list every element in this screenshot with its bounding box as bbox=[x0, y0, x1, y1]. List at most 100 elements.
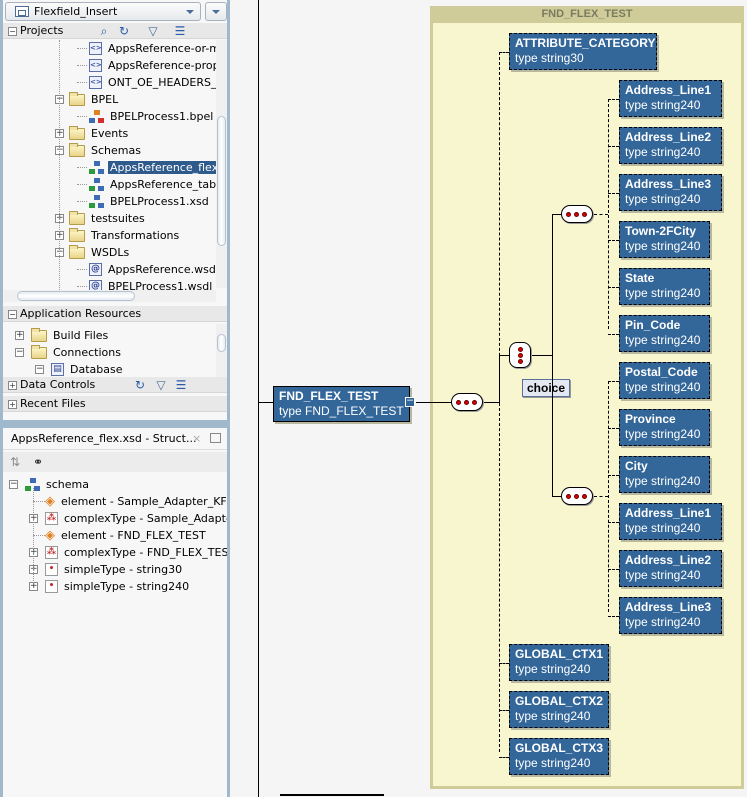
tree-item[interactable]: ▤ Database bbox=[51, 361, 125, 377]
choice-compositor-icon[interactable] bbox=[509, 342, 531, 368]
structure-tab-title: AppsReference_flex.xsd - Struct... bbox=[11, 432, 197, 445]
tree-item[interactable]: • simpleType - string30 bbox=[45, 561, 184, 578]
tree-item[interactable]: Transformations bbox=[69, 227, 181, 244]
tree-item[interactable]: <> ONT_OE_HEADERS_IF bbox=[89, 74, 217, 91]
tree-item[interactable]: @ BPELProcess1.wsdl bbox=[89, 278, 214, 290]
tree-item[interactable]: Connections bbox=[31, 344, 123, 361]
tree-item[interactable]: ⁂ complexType - FND_FLEX_TEST bbox=[45, 544, 227, 561]
expand-icon[interactable]: + bbox=[8, 381, 17, 390]
folder-icon bbox=[69, 244, 85, 259]
collapse-icon[interactable]: − bbox=[405, 397, 415, 407]
element-node-attribute-category[interactable]: ATTRIBUTE_CATEGORY type string30 bbox=[509, 33, 657, 70]
element-node[interactable]: State type string240 bbox=[619, 268, 710, 305]
tree-item[interactable]: BPELProcess1.bpel bbox=[89, 108, 215, 125]
application-selector[interactable]: Flexfield_Insert bbox=[5, 2, 201, 21]
element-node[interactable]: Address_Line1 type string240 bbox=[619, 80, 722, 117]
sequence-compositor-icon[interactable] bbox=[561, 487, 593, 505]
tree-item[interactable]: Build Files bbox=[31, 327, 110, 344]
tree-item-label: AppsReference.wsdl bbox=[108, 263, 217, 276]
choice-tooltip: choice bbox=[522, 379, 571, 397]
element-node[interactable]: GLOBAL_CTX2 type string240 bbox=[509, 691, 609, 728]
element-node[interactable]: Address_Line3 type string240 bbox=[619, 597, 722, 634]
tree-item[interactable]: ◈ element - FND_FLEX_TEST bbox=[45, 527, 208, 544]
element-type: type string240 bbox=[625, 98, 701, 112]
scrollbar-thumb[interactable] bbox=[217, 334, 226, 352]
close-icon[interactable]: × bbox=[192, 432, 201, 445]
element-node[interactable]: Province type string240 bbox=[619, 409, 710, 446]
projects-header[interactable]: − Projects ⌕ ↻ ▽ ☰ bbox=[3, 23, 227, 39]
element-type: type string240 bbox=[625, 427, 701, 441]
recent-files-label: Recent Files bbox=[20, 397, 86, 410]
tree-item-schema[interactable]: schema bbox=[25, 476, 91, 493]
element-type: type string240 bbox=[625, 333, 701, 347]
collapse-icon[interactable]: − bbox=[8, 310, 17, 319]
minimize-icon[interactable] bbox=[210, 433, 221, 443]
sequence-compositor-icon[interactable] bbox=[451, 393, 483, 411]
element-type: type string240 bbox=[515, 662, 591, 676]
collapse-icon[interactable]: − bbox=[15, 348, 24, 357]
tree-item[interactable]: @ AppsReference.wsdl bbox=[89, 261, 217, 278]
refresh-icon[interactable]: ↻ bbox=[117, 24, 131, 38]
expand-icon[interactable]: + bbox=[15, 331, 24, 340]
sync-icon[interactable]: ⇅ bbox=[8, 455, 22, 469]
tree-item[interactable]: ◈ element - Sample_Adapter_KFF bbox=[45, 493, 227, 510]
element-node[interactable]: Address_Line2 type string240 bbox=[619, 550, 722, 587]
projects-vertical-scrollbar[interactable] bbox=[216, 40, 227, 288]
tree-item[interactable]: testsuites bbox=[69, 210, 147, 227]
structure-tree: − schema ◈ element - Sample_Adapter_KFF + ⁂ co… bbox=[3, 476, 227, 606]
element-node[interactable]: Address_Line2 type string240 bbox=[619, 127, 722, 164]
filter-icon[interactable]: ▽ bbox=[146, 24, 160, 38]
tree-item-label: WSDLs bbox=[91, 246, 130, 259]
filter-icon[interactable]: ▽ bbox=[154, 378, 168, 392]
element-node[interactable]: Address_Line3 type string240 bbox=[619, 174, 722, 211]
element-name: Address_Line2 bbox=[625, 130, 712, 144]
element-node[interactable]: Pin_Code type string240 bbox=[619, 315, 710, 352]
schema-icon bbox=[89, 177, 105, 192]
view-options-icon[interactable]: ☰ bbox=[174, 378, 188, 392]
recent-files-header[interactable]: + Recent Files bbox=[3, 396, 227, 412]
collapse-icon[interactable]: − bbox=[8, 27, 17, 36]
tree-item[interactable]: <> AppsReference-or-ma bbox=[89, 40, 217, 57]
root-element-node[interactable]: FND_FLEX_TEST type FND_FLEX_TEST bbox=[273, 386, 410, 422]
refresh-icon[interactable]: ↻ bbox=[133, 378, 147, 392]
data-controls-header[interactable]: + Data Controls ↻ ▽ ☰ bbox=[3, 377, 227, 393]
collapse-icon[interactable]: − bbox=[35, 365, 44, 374]
resources-vertical-scrollbar[interactable] bbox=[216, 324, 227, 377]
structure-tab[interactable]: AppsReference_flex.xsd - Struct... × bbox=[3, 428, 227, 450]
tree-item[interactable]: BPEL bbox=[69, 91, 120, 108]
scrollbar-thumb[interactable] bbox=[17, 291, 135, 301]
sequence-compositor-icon[interactable] bbox=[561, 205, 593, 223]
element-node[interactable]: City type string240 bbox=[619, 456, 710, 493]
connector bbox=[608, 569, 619, 570]
element-node[interactable]: Town-2FCity type string240 bbox=[619, 221, 710, 258]
tree-item[interactable]: <> AppsReference-prope bbox=[89, 57, 217, 74]
tree-item[interactable]: ⁂ complexType - Sample_Adapter_KFF bbox=[45, 510, 227, 527]
element-node[interactable]: Postal_Code type string240 bbox=[619, 362, 710, 399]
element-node[interactable]: GLOBAL_CTX1 type string240 bbox=[509, 644, 609, 681]
element-node[interactable]: GLOBAL_CTX3 type string240 bbox=[509, 738, 609, 775]
schema-icon bbox=[89, 194, 105, 209]
projects-horizontal-scrollbar[interactable] bbox=[3, 290, 216, 302]
tree-item[interactable]: • simpleType - string240 bbox=[45, 578, 191, 595]
tree-line bbox=[33, 501, 45, 502]
tree-item[interactable]: Events bbox=[69, 125, 130, 142]
tree-item[interactable]: AppsReference_table bbox=[89, 176, 217, 193]
tree-item[interactable]: WSDLs bbox=[69, 244, 131, 261]
element-icon: ◈ bbox=[45, 528, 55, 543]
tree-item[interactable]: Schemas bbox=[69, 142, 143, 159]
element-node[interactable]: Address_Line1 type string240 bbox=[619, 503, 722, 540]
tree-item[interactable]: BPELProcess1.xsd bbox=[89, 193, 211, 210]
tree-item[interactable]: AppsReference_flex.x bbox=[89, 159, 217, 176]
scrollbar-thumb[interactable] bbox=[217, 116, 226, 246]
expand-icon[interactable]: + bbox=[8, 400, 17, 409]
application-resources-header[interactable]: − Application Resources bbox=[3, 306, 227, 322]
search-icon[interactable]: ⌕ bbox=[97, 24, 111, 38]
binoculars-icon[interactable]: ⚭ bbox=[31, 455, 45, 469]
view-options-icon[interactable]: ☰ bbox=[173, 24, 187, 38]
collapse-icon[interactable]: − bbox=[9, 480, 18, 489]
tree-line bbox=[77, 286, 87, 287]
tree-line bbox=[77, 82, 87, 83]
expand-icon[interactable]: + bbox=[29, 582, 38, 591]
connector bbox=[608, 522, 619, 523]
navigator-menu-button[interactable] bbox=[205, 2, 227, 21]
